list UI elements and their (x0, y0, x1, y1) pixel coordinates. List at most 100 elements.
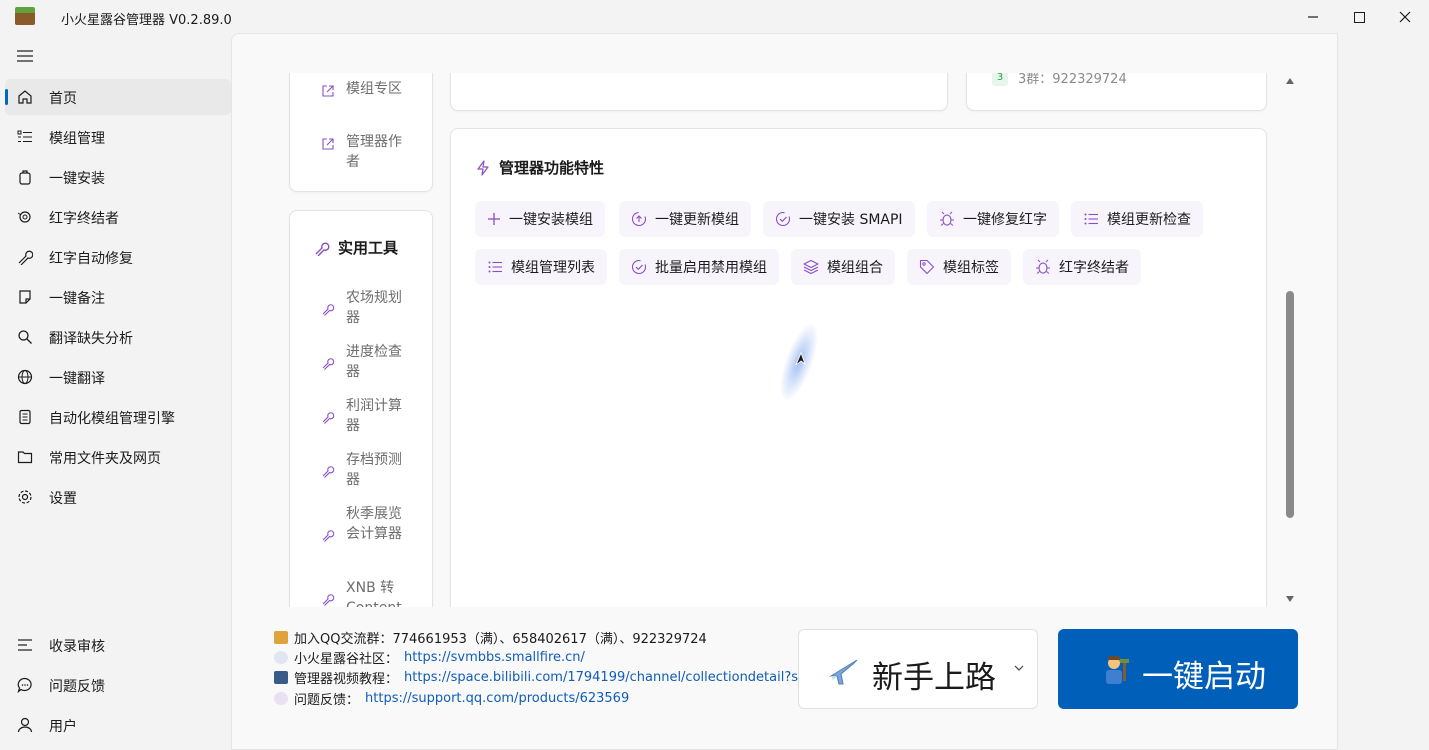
minimize-button[interactable] (1290, 0, 1336, 34)
maximize-button[interactable] (1336, 0, 1382, 34)
tool-label: 利润计算器 (346, 398, 402, 434)
speech-bubble-emoji-icon (274, 691, 288, 705)
tools-card-title: 实用工具 (314, 237, 398, 258)
scroll-down-arrow-icon[interactable] (1285, 594, 1295, 604)
features-card: 管理器功能特性 一键安装模组 一键更新模组 一键安装 SMAPI 一键修复红字 … (450, 128, 1267, 607)
tool-label: 存档预测器 (346, 452, 402, 488)
minimize-icon (1308, 16, 1318, 18)
feature-chip-install-smapi[interactable]: 一键安装 SMAPI (763, 201, 915, 237)
community-label: 小火星露谷社区： (294, 651, 399, 667)
check-circle-icon (775, 211, 791, 227)
link-label: 管理器作者 (346, 134, 402, 170)
active-indicator (5, 89, 8, 105)
check-circle-icon (631, 259, 647, 275)
one-click-start-button[interactable]: 一键启动 (1058, 629, 1298, 709)
tool-label: 秋季展览会计算器 (346, 506, 402, 542)
tag-icon (919, 259, 935, 275)
chip-label: 一键修复红字 (963, 212, 1047, 228)
sidebar-item-home[interactable]: 首页 (5, 79, 231, 115)
feature-chip-fix-red-text[interactable]: 一键修复红字 (927, 201, 1059, 237)
feature-chip-batch-toggle[interactable]: 批量启用禁用模组 (619, 249, 779, 285)
qq-group-item: 3 3群：922329724 (992, 73, 1127, 87)
chip-label: 一键安装 SMAPI (799, 212, 903, 228)
tool-label: XNB 转 Content (346, 580, 402, 607)
feature-chip-update-check[interactable]: 模组更新检查 (1071, 201, 1203, 237)
sidebar-item-feedback[interactable]: 问题反馈 (5, 667, 231, 703)
close-button[interactable] (1382, 0, 1428, 34)
qq-group-text: 加入QQ交流群：774661953（满）、658402617（满）、922329… (294, 631, 707, 647)
sidebar-item-notes[interactable]: 一键备注 (5, 279, 231, 315)
qq-group-badge: 3 (992, 73, 1008, 86)
menu-toggle-button[interactable] (5, 38, 45, 74)
sidebar-item-review[interactable]: 收录审核 (5, 627, 231, 663)
sidebar-item-automation-engine[interactable]: 自动化模组管理引擎 (5, 399, 231, 435)
folder-icon (16, 448, 34, 466)
sidebar-item-label: 模组管理 (49, 131, 105, 147)
feature-chip-install-mods[interactable]: 一键安装模组 (475, 201, 605, 237)
sidebar-item-folders[interactable]: 常用文件夹及网页 (5, 439, 231, 475)
sidebar-item-translate[interactable]: 一键翻译 (5, 359, 231, 395)
link-label: 模组专区 (346, 81, 402, 97)
wrench-icon (322, 304, 335, 316)
note-icon (16, 288, 34, 306)
wrench-icon (322, 530, 335, 542)
tool-label: 农场规划器 (346, 290, 402, 326)
people-emoji-icon (274, 630, 288, 644)
mouse-cursor-icon (795, 351, 806, 366)
sidebar-item-red-text-terminator[interactable]: 红字终结者 (5, 199, 231, 235)
sidebar-item-label: 一键备注 (49, 291, 105, 307)
start-button-label: 一键启动 (1142, 659, 1266, 695)
sidebar-item-label: 一键安装 (49, 171, 105, 187)
footer-community: 小火星露谷社区： https://svmbbs.smallfire.cn/ (274, 648, 585, 667)
list-icon (1084, 213, 1098, 225)
tools-card: 实用工具 农场规划器 进度检查器 利润计算器 存档预测器 秋季展览会计算器 XN… (289, 210, 433, 607)
app-logo-icon (15, 7, 35, 25)
feature-chip-mod-list[interactable]: 模组管理列表 (475, 249, 607, 285)
cloud-emoji-icon (274, 650, 288, 664)
sidebar-item-auto-fix[interactable]: 红字自动修复 (5, 239, 231, 275)
qq-group-card: 3 3群：922329724 (966, 73, 1267, 111)
feature-chip-mod-tags[interactable]: 模组标签 (907, 249, 1011, 285)
title-bar: 小火星露谷管理器 V0.2.89.0 (0, 0, 1429, 34)
external-link-icon (322, 85, 334, 97)
newbie-guide-button[interactable]: 新手上路 (798, 629, 1038, 709)
sidebar-item-label: 常用文件夹及网页 (49, 451, 161, 467)
feature-chip-red-text-terminator[interactable]: 红字终结者 (1023, 249, 1141, 285)
footer-feedback: 问题反馈： https://support.qq.com/products/62… (274, 689, 629, 708)
chip-label: 一键安装模组 (509, 212, 593, 228)
sidebar-item-translation-analysis[interactable]: 翻译缺失分析 (5, 319, 231, 355)
feedback-label: 问题反馈： (294, 692, 360, 708)
bug-icon (1036, 259, 1050, 274)
wrench-icon (322, 594, 335, 606)
sidebar-item-mod-manage[interactable]: 模组管理 (5, 119, 231, 155)
upload-icon (631, 211, 647, 227)
feature-chip-mod-combo[interactable]: 模组组合 (791, 249, 895, 285)
wrench-icon (315, 242, 330, 256)
farmer-emoji-icon (1106, 656, 1129, 684)
sidebar-item-label: 翻译缺失分析 (49, 331, 133, 347)
sidebar-item-label: 首页 (49, 91, 77, 107)
wrench-icon (322, 412, 335, 424)
feature-chip-update-mods[interactable]: 一键更新模组 (619, 201, 751, 237)
sidebar-item-settings[interactable]: 设置 (5, 479, 231, 515)
video-link[interactable]: https://space.bilibili.com/1794199/chann… (404, 670, 866, 685)
sidebar-item-one-click-install[interactable]: 一键安装 (5, 159, 231, 195)
plus-icon (488, 213, 500, 225)
qq-group-text: 3群：922329724 (1018, 73, 1127, 87)
airplane-icon (829, 659, 858, 685)
feedback-link[interactable]: https://support.qq.com/products/623569 (365, 691, 629, 706)
maximize-icon (1353, 11, 1365, 23)
sidebar-item-label: 用户 (49, 719, 77, 735)
sidebar-item-user[interactable]: 用户 (5, 707, 231, 743)
sidebar-item-label: 红字终结者 (49, 211, 119, 227)
chip-label: 模组组合 (827, 260, 883, 276)
features-title-text: 管理器功能特性 (499, 159, 605, 177)
user-icon (16, 716, 34, 734)
footer-qq-group: 加入QQ交流群：774661953（满）、658402617（满）、922329… (274, 628, 707, 647)
newbie-button-label: 新手上路 (872, 660, 996, 696)
community-link[interactable]: https://svmbbs.smallfire.cn/ (404, 650, 585, 665)
sidebar-item-label: 自动化模组管理引擎 (49, 411, 175, 427)
chip-label: 一键更新模组 (655, 212, 739, 228)
scrollbar-thumb[interactable] (1286, 291, 1294, 518)
scroll-up-arrow-icon[interactable] (1285, 76, 1295, 86)
